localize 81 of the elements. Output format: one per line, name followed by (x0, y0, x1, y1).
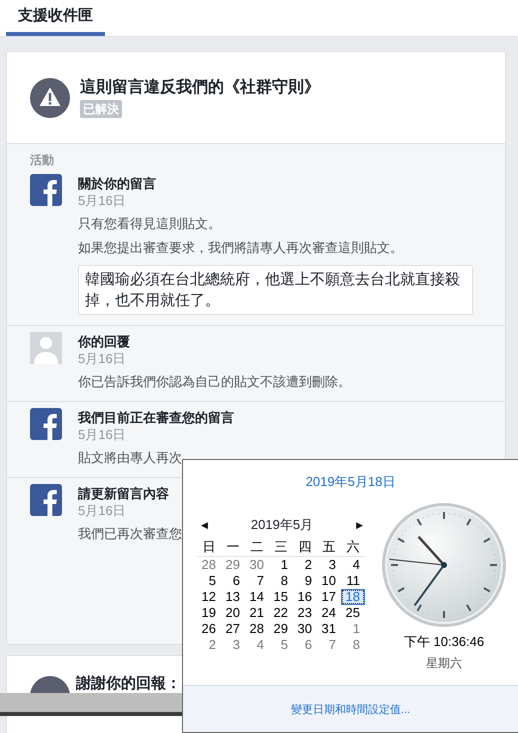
calendar-day[interactable]: 15 (269, 589, 293, 605)
calendar-day[interactable]: 6 (221, 573, 245, 589)
activity-title: 請更新留言內容 (78, 485, 170, 502)
weekday-label: 一 (221, 538, 245, 557)
calendar-day[interactable]: 6 (293, 637, 317, 653)
calendar-day[interactable]: 13 (221, 589, 245, 605)
calendar-day[interactable]: 1 (269, 557, 293, 573)
calendar-day[interactable]: 29 (221, 557, 245, 573)
facebook-icon (30, 174, 62, 206)
activity-date: 5月16日 (78, 192, 127, 209)
month-title: 2019年5月 (250, 516, 314, 534)
warning-icon (30, 78, 70, 118)
weekday-label: 日 (197, 538, 221, 557)
calendar-day[interactable]: 5 (269, 637, 293, 653)
activity-date: 5月16日 (78, 426, 127, 443)
card-title: 謝謝你的回報： (76, 676, 181, 692)
quoted-comment: 韓國瑜必須在台北總統府，他選上不願意去台北就直接殺掉，也不用就任了。 (78, 265, 473, 315)
status-badge: 已解決 (80, 100, 122, 118)
calendar-day[interactable]: 20 (221, 605, 245, 621)
previous-month-button[interactable]: ◀ (201, 516, 208, 534)
weekday-label: 六 (341, 538, 365, 557)
calendar-day[interactable]: 1 (341, 621, 365, 637)
calendar-day[interactable]: 17 (317, 589, 341, 605)
facebook-icon (30, 484, 62, 516)
calendar-day[interactable]: 5 (197, 573, 221, 589)
settings-link[interactable]: 變更日期和時間設定值... (290, 702, 410, 716)
date-link[interactable]: 2019年5月18日 (183, 460, 518, 490)
calendar-day[interactable]: 24 (317, 605, 341, 621)
calendar-day[interactable]: 8 (341, 637, 365, 653)
activity-text: 貼文將由專人再次 (78, 449, 183, 467)
activity-heading: 活動 (29, 152, 55, 168)
weekday-label: 三 (269, 538, 293, 557)
avatar-icon (30, 332, 62, 364)
activity-text: 如果您提出審查要求，我們將請專人再次審查這則貼文。 (78, 239, 404, 257)
calendar-day[interactable]: 9 (293, 573, 317, 589)
next-month-button[interactable]: ▶ (356, 516, 363, 534)
activity-text: 你已告訴我們你認為自己的貼文不該遭到刪除。 (78, 373, 351, 391)
calendar-day[interactable]: 14 (245, 589, 269, 605)
calendar-day[interactable]: 23 (293, 605, 317, 621)
facebook-icon (30, 408, 62, 440)
report-title: 這則留言違反我們的《社群守則》 (80, 78, 320, 98)
calendar-day[interactable]: 2 (197, 637, 221, 653)
calendar-day[interactable]: 3 (317, 557, 341, 573)
calendar-day[interactable]: 30 (293, 621, 317, 637)
activity-text: 只有您看得見這則貼文。 (78, 215, 222, 233)
calendar-day[interactable]: 18 (341, 589, 365, 605)
calendar-day[interactable]: 4 (245, 637, 269, 653)
calendar-day[interactable]: 28 (197, 557, 221, 573)
calendar-day[interactable]: 30 (245, 557, 269, 573)
weekday-text: 星期六 (426, 656, 462, 671)
calendar-day[interactable]: 29 (269, 621, 293, 637)
activity-text: 我們已再次審查您 (78, 525, 182, 543)
calendar-day[interactable]: 7 (317, 637, 341, 653)
calendar-day[interactable]: 21 (245, 605, 269, 621)
activity-date: 5月16日 (78, 502, 127, 519)
calendar-day[interactable]: 4 (341, 557, 365, 573)
activity-title: 你的回覆 (78, 333, 131, 350)
calendar-day[interactable]: 2 (293, 557, 317, 573)
calendar-day[interactable]: 22 (269, 605, 293, 621)
activity-date: 5月16日 (78, 350, 127, 367)
inbox-tab[interactable]: 支援收件匣 (6, 0, 105, 36)
weekday-label: 二 (245, 538, 269, 557)
current-time: 下午 10:36:46 (404, 634, 484, 650)
calendar-day[interactable]: 31 (317, 621, 341, 637)
calendar-day[interactable]: 11 (341, 573, 365, 589)
calendar-day[interactable]: 28 (245, 621, 269, 637)
calendar-day[interactable]: 26 (197, 621, 221, 637)
calendar-day[interactable]: 8 (269, 573, 293, 589)
activity-title: 我們目前正在審查您的留言 (78, 409, 234, 426)
calendar-day[interactable]: 10 (317, 573, 341, 589)
calendar-day[interactable]: 16 (293, 589, 317, 605)
calendar-day[interactable]: 19 (197, 605, 221, 621)
calendar-day[interactable]: 12 (197, 589, 221, 605)
weekday-label: 五 (317, 538, 341, 557)
weekday-label: 四 (293, 538, 317, 557)
calendar-day[interactable]: 25 (341, 605, 365, 621)
calendar-day[interactable]: 7 (245, 573, 269, 589)
horizontal-scrollbar[interactable] (0, 693, 182, 716)
calendar-day[interactable]: 27 (221, 621, 245, 637)
calendar-day[interactable]: 3 (221, 637, 245, 653)
activity-title: 關於你的留言 (78, 175, 157, 192)
